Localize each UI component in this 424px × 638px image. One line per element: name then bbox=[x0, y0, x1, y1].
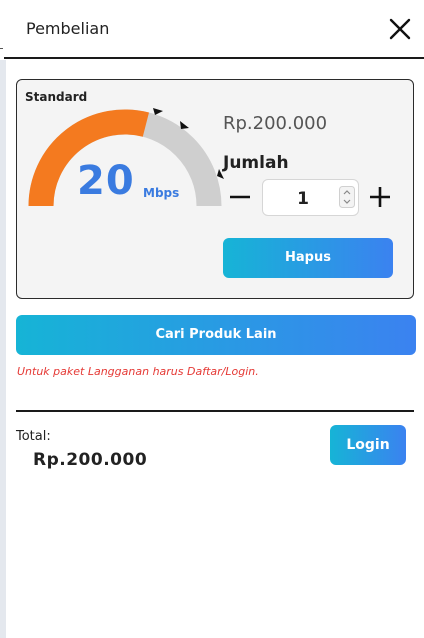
speed-value: 20 bbox=[77, 158, 135, 204]
header-divider bbox=[4, 57, 424, 59]
login-notice: Untuk paket Langganan harus Daftar/Login… bbox=[17, 365, 259, 378]
total-label: Total: bbox=[16, 429, 51, 444]
left-rail bbox=[0, 60, 6, 638]
quantity-label: Jumlah bbox=[223, 153, 289, 173]
speed-unit: Mbps bbox=[143, 186, 180, 200]
header-tick bbox=[0, 48, 3, 49]
quantity-stepper[interactable] bbox=[339, 186, 355, 208]
gauge-marker-icon bbox=[153, 108, 163, 115]
close-icon bbox=[389, 18, 411, 40]
login-button[interactable]: Login bbox=[330, 425, 406, 465]
plus-icon bbox=[370, 187, 390, 207]
find-other-product-button[interactable]: Cari Produk Lain bbox=[16, 315, 416, 355]
product-card: Standard 20 Mbps Rp.200.000 Jumlah 1 Hap… bbox=[16, 79, 414, 299]
product-price: Rp.200.000 bbox=[223, 113, 328, 134]
decrease-quantity-button[interactable] bbox=[227, 184, 253, 210]
close-button[interactable] bbox=[386, 15, 414, 43]
remove-button[interactable]: Hapus bbox=[223, 238, 393, 278]
footer-divider bbox=[16, 410, 414, 412]
increase-quantity-button[interactable] bbox=[367, 184, 393, 210]
quantity-input[interactable]: 1 bbox=[262, 179, 359, 216]
page-title: Pembelian bbox=[26, 19, 110, 38]
total-value: Rp.200.000 bbox=[33, 450, 148, 470]
minus-icon bbox=[230, 195, 250, 199]
header: Pembelian bbox=[0, 0, 424, 59]
gauge-marker-icon bbox=[180, 121, 189, 129]
quantity-value: 1 bbox=[297, 189, 309, 209]
